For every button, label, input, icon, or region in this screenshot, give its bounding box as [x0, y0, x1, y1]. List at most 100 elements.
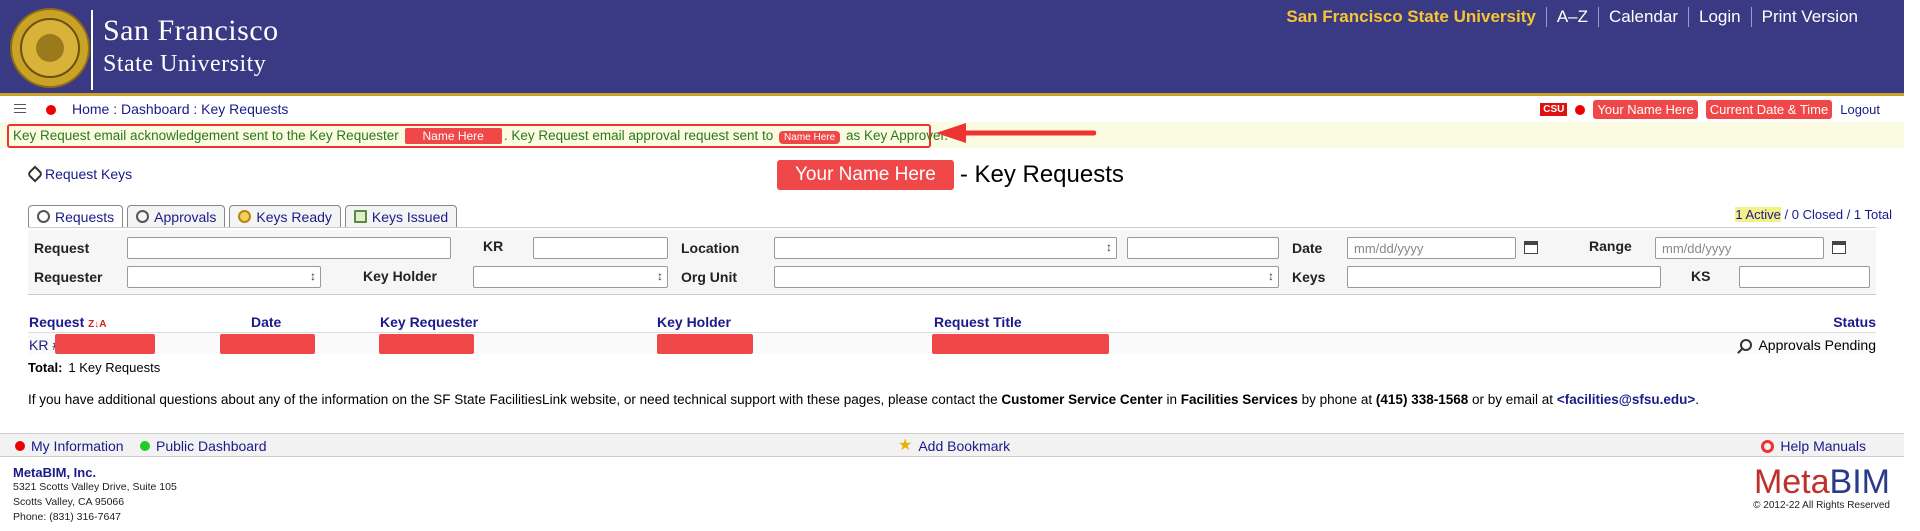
range-filter-input[interactable]: mm/dd/yyyy — [1655, 237, 1824, 259]
request-filter-label: Request — [34, 240, 90, 256]
active-count[interactable]: 1 Active — [1735, 207, 1781, 222]
total-summary: Total: 1 Key Requests — [28, 360, 160, 375]
request-keys-link[interactable]: Request Keys — [26, 165, 132, 183]
nav-sfsu-link[interactable]: San Francisco State University — [1276, 7, 1545, 27]
key-icon — [238, 210, 252, 223]
range-filter-label: Range — [1589, 238, 1632, 254]
sort-za-icon[interactable]: Z↓A — [88, 319, 106, 330]
request-title-redacted — [932, 334, 1109, 354]
header-divider — [91, 10, 93, 90]
phone-icon — [37, 210, 50, 223]
keys-filter-input[interactable] — [1347, 266, 1661, 288]
copyright: © 2012-22 All Rights Reserved — [1753, 500, 1890, 511]
support-info: If you have additional questions about a… — [28, 392, 1699, 407]
tab-keys-issued[interactable]: Keys Issued — [344, 205, 458, 227]
csu-badge[interactable]: CSU — [1540, 103, 1568, 116]
phone-icon — [26, 165, 44, 183]
site-header: San Francisco State University San Franc… — [0, 0, 1904, 96]
help-manuals-link[interactable]: Help Manuals — [1761, 438, 1866, 454]
title-name-redacted: Your Name Here — [777, 160, 954, 190]
message-part2: . Key Request email approval request sen… — [503, 128, 774, 143]
tab-keys-issued-label: Keys Issued — [371, 208, 449, 225]
kr-filter-input[interactable] — [533, 237, 668, 259]
logo-bim: BIM — [1829, 463, 1890, 501]
public-dashboard-link[interactable]: Public Dashboard — [140, 438, 267, 454]
tab-divider — [28, 227, 1876, 228]
org-unit-select[interactable] — [774, 266, 1279, 288]
tab-requests[interactable]: Requests — [28, 205, 124, 227]
company-name[interactable]: MetaBIM, Inc. — [13, 465, 177, 480]
request-number-redacted — [55, 334, 155, 354]
breadcrumb[interactable]: Home : Dashboard : Key Requests — [72, 101, 288, 117]
tab-approvals[interactable]: Approvals — [127, 205, 226, 227]
add-bookmark-link[interactable]: ★ Add Bookmark — [898, 438, 1011, 455]
support-email-link[interactable]: <facilities@sfsu.edu> — [1557, 392, 1695, 407]
footer-bar: My Information Public Dashboard ★ Add Bo… — [0, 433, 1904, 457]
column-header-date[interactable]: Date — [251, 314, 281, 330]
magnifier-icon[interactable] — [1740, 339, 1753, 351]
date-filter-input[interactable]: mm/dd/yyyy — [1347, 237, 1516, 259]
column-header-request[interactable]: Request Z↓A — [29, 314, 106, 330]
list-menu-icon[interactable] — [14, 104, 26, 115]
location-filter-label: Location — [681, 240, 740, 256]
key-holder-filter-label: Key Holder — [363, 268, 437, 284]
nav-calendar-link[interactable]: Calendar — [1598, 7, 1688, 27]
column-header-key-holder[interactable]: Key Holder — [657, 314, 731, 330]
nav-print-version-link[interactable]: Print Version — [1750, 7, 1868, 27]
user-name-redacted[interactable]: Your Name Here — [1593, 100, 1698, 119]
ks-filter-input[interactable] — [1739, 266, 1870, 288]
sub-navigation-bar: Home : Dashboard : Key Requests CSU Your… — [0, 99, 1904, 121]
logout-link[interactable]: Logout — [1840, 102, 1880, 117]
nav-login-link[interactable]: Login — [1688, 7, 1751, 27]
closed-count[interactable]: / 0 Closed — [1785, 207, 1844, 222]
tab-keys-ready[interactable]: Keys Ready — [229, 205, 341, 227]
column-header-request-title[interactable]: Request Title — [934, 314, 1022, 330]
status-text: Approvals Pending — [1758, 337, 1876, 353]
support-text: If you have additional questions about a… — [28, 392, 998, 407]
public-dashboard-label: Public Dashboard — [156, 438, 267, 454]
request-filter-input[interactable] — [127, 237, 451, 259]
filter-panel: Request KR Location Date mm/dd/yyyy Rang… — [28, 230, 1876, 295]
title-suffix: - Key Requests — [959, 161, 1124, 188]
datetime-redacted: Current Date & Time — [1705, 100, 1833, 119]
top-navigation: San Francisco State University A–Z Calen… — [1276, 7, 1868, 27]
key-requester-redacted — [379, 334, 474, 354]
total-count[interactable]: / 1 Total — [1847, 207, 1892, 222]
university-seal-logo[interactable] — [10, 8, 90, 88]
location-select[interactable] — [774, 237, 1117, 259]
customer-service-center: Customer Service Center — [1001, 392, 1163, 407]
address-line2: Scotts Valley, CA 95066 — [13, 496, 125, 508]
facilities-services: Facilities Services — [1180, 392, 1298, 407]
approver-name-redacted: Name Here — [779, 131, 841, 144]
message-part1: Key Request email acknowledgement sent t… — [13, 128, 399, 143]
annotation-arrow-icon — [936, 123, 1096, 143]
my-information-label: My Information — [31, 438, 124, 454]
date-filter-label: Date — [1292, 240, 1323, 256]
column-header-status[interactable]: Status — [1833, 314, 1876, 330]
row-status[interactable]: Approvals Pending — [1740, 337, 1876, 353]
keys-filter-label: Keys — [1292, 269, 1326, 285]
requester-filter-label: Requester — [34, 269, 103, 285]
green-dot-icon — [140, 441, 150, 451]
location-room-input[interactable] — [1127, 237, 1279, 259]
requester-name-redacted: Name Here — [404, 128, 502, 144]
key-holder-select[interactable] — [473, 266, 668, 288]
support-in: in — [1166, 392, 1177, 407]
org-unit-filter-label: Org Unit — [681, 269, 737, 285]
magnifier-icon — [136, 210, 150, 223]
company-address: MetaBIM, Inc. 5321 Scotts Valley Drive, … — [13, 465, 177, 525]
company-phone: Phone: (831) 316-7647 — [13, 511, 121, 523]
column-header-key-requester[interactable]: Key Requester — [380, 314, 478, 330]
my-information-link[interactable]: My Information — [15, 438, 124, 454]
metabim-logo[interactable]: MetaBIM © 2012-22 All Rights Reserved — [1753, 464, 1890, 511]
requester-select[interactable] — [127, 266, 321, 288]
status-dot-icon[interactable] — [46, 105, 56, 115]
total-label: Total: — [28, 360, 63, 375]
calendar-icon[interactable] — [1832, 241, 1846, 254]
calendar-icon[interactable] — [1524, 241, 1538, 254]
request-counts: 1 Active / 0 Closed / 1 Total — [1735, 207, 1892, 222]
university-wordmark[interactable]: San Francisco State University — [103, 16, 279, 79]
column-header-request-label: Request — [29, 314, 85, 330]
nav-a-z-link[interactable]: A–Z — [1545, 7, 1598, 27]
add-bookmark-label: Add Bookmark — [918, 438, 1011, 454]
